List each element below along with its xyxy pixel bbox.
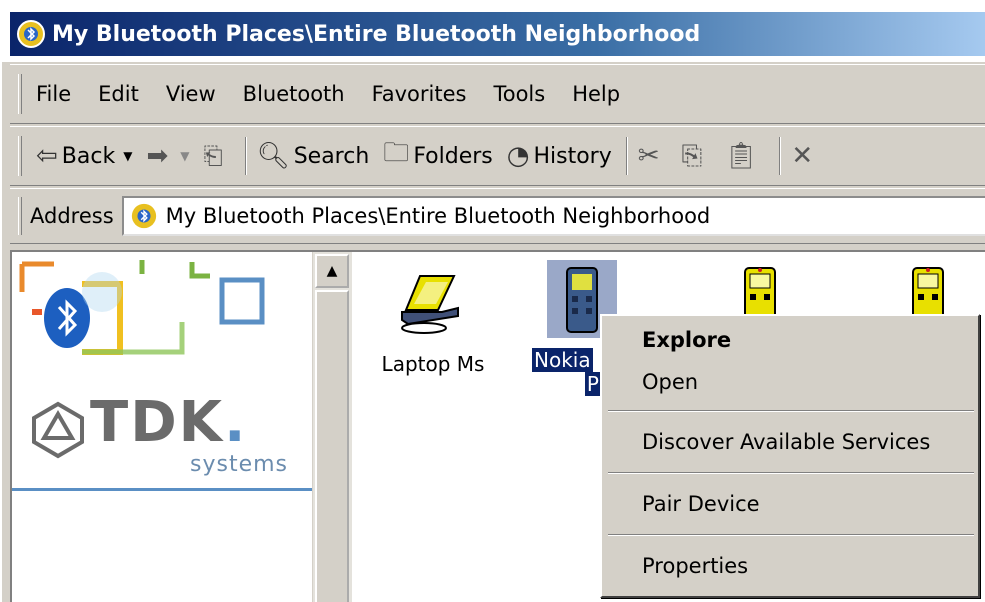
- title-bar-strip[interactable]: My Bluetooth Places\Entire Bluetooth Nei…: [10, 12, 985, 56]
- search-icon: 🔍︎: [256, 141, 290, 171]
- folders-button[interactable]: 🗀 Folders: [383, 134, 492, 178]
- forward-dropdown-icon[interactable]: ▼: [180, 149, 189, 163]
- context-menu: Explore Open Discover Available Services…: [600, 314, 980, 598]
- device-item-laptop[interactable]: Laptop Ms: [378, 270, 488, 376]
- delete-icon[interactable]: ✕: [791, 141, 813, 171]
- laptop-icon: [401, 275, 459, 334]
- bluetooth-places-icon: [131, 203, 156, 229]
- address-value: My Bluetooth Places\Entire Bluetooth Nei…: [165, 204, 711, 228]
- back-button[interactable]: ⇦ Back ▼: [36, 141, 132, 171]
- vertical-scrollbar[interactable]: ▲: [312, 252, 352, 602]
- bluetooth-logo-graphic: [19, 260, 265, 355]
- search-label: Search: [293, 143, 370, 169]
- device-label-line1: Nokia: [532, 348, 593, 372]
- window-title: My Bluetooth Places\Entire Bluetooth Nei…: [52, 21, 701, 47]
- brand-dot: .: [224, 390, 248, 455]
- tdk-logo-icon: [32, 401, 84, 459]
- web-view-pane: TDK. systems: [12, 252, 312, 602]
- copy-icon[interactable]: ⎘: [682, 141, 703, 172]
- menu-tools[interactable]: Tools: [493, 82, 545, 106]
- brand-name: TDK: [90, 390, 225, 455]
- toolbar-grip[interactable]: [18, 135, 22, 177]
- cut-icon[interactable]: ✂: [638, 141, 660, 171]
- address-input[interactable]: My Bluetooth Places\Entire Bluetooth Nei…: [121, 196, 985, 236]
- menu-item-discover-services[interactable]: Discover Available Services: [642, 430, 930, 454]
- folders-label: Folders: [413, 143, 493, 169]
- menu-separator: [608, 410, 974, 412]
- menu-favorites[interactable]: Favorites: [372, 82, 467, 106]
- back-dropdown-icon[interactable]: ▼: [123, 149, 132, 163]
- menu-item-pair-device[interactable]: Pair Device: [642, 492, 760, 516]
- addressbar-grip[interactable]: [18, 197, 22, 235]
- menu-file[interactable]: File: [36, 82, 71, 106]
- explorer-window: My Bluetooth Places\Entire Bluetooth Nei…: [0, 0, 985, 602]
- menu-separator: [608, 472, 974, 474]
- device-label: Laptop Ms: [381, 352, 485, 376]
- menu-item-explore[interactable]: Explore: [642, 328, 731, 352]
- back-label: Back: [61, 143, 116, 169]
- search-button[interactable]: 🔍︎ Search: [257, 141, 370, 171]
- up-folder-icon[interactable]: ⎗: [203, 142, 222, 170]
- menubar-grip[interactable]: [18, 73, 22, 115]
- menu-separator: [608, 534, 974, 536]
- menu-item-properties[interactable]: Properties: [642, 554, 748, 578]
- menu-item-open[interactable]: Open: [642, 370, 698, 394]
- phone-icon: [566, 267, 598, 333]
- scroll-up-button[interactable]: ▲: [315, 254, 349, 288]
- address-bar: Address My Bluetooth Places\Entire Bluet…: [10, 188, 985, 244]
- back-arrow-icon: ⇦: [36, 141, 58, 171]
- paste-icon[interactable]: 📋︎: [724, 141, 757, 171]
- folders-icon: 🗀: [383, 138, 410, 168]
- brand-logo: TDK.: [90, 390, 247, 455]
- menu-bar: File Edit View Bluetooth Favorites Tools…: [10, 64, 985, 124]
- scroll-thumb[interactable]: [315, 290, 349, 602]
- title-bar[interactable]: My Bluetooth Places\Entire Bluetooth Nei…: [2, 0, 985, 62]
- toolbar-separator: [244, 137, 247, 175]
- history-button[interactable]: ◔ History: [507, 141, 612, 171]
- history-icon: ◔: [506, 141, 530, 171]
- bluetooth-places-icon: [17, 20, 45, 48]
- toolbar-separator: [779, 137, 782, 175]
- menu-edit[interactable]: Edit: [98, 82, 139, 106]
- menu-bluetooth[interactable]: Bluetooth: [243, 82, 345, 106]
- address-label: Address: [30, 204, 114, 228]
- brand-divider: [12, 488, 312, 491]
- menu-view[interactable]: View: [166, 82, 216, 106]
- forward-button[interactable]: ➡: [146, 141, 168, 171]
- standard-toolbar: ⇦ Back ▼ ➡ ▼ ⎗ 🔍︎ Search 🗀 Folders ◔ His…: [10, 126, 985, 186]
- toolbar-separator: [625, 137, 628, 175]
- menu-help[interactable]: Help: [572, 82, 620, 106]
- history-label: History: [533, 143, 612, 169]
- brand-subtitle: systems: [190, 452, 288, 477]
